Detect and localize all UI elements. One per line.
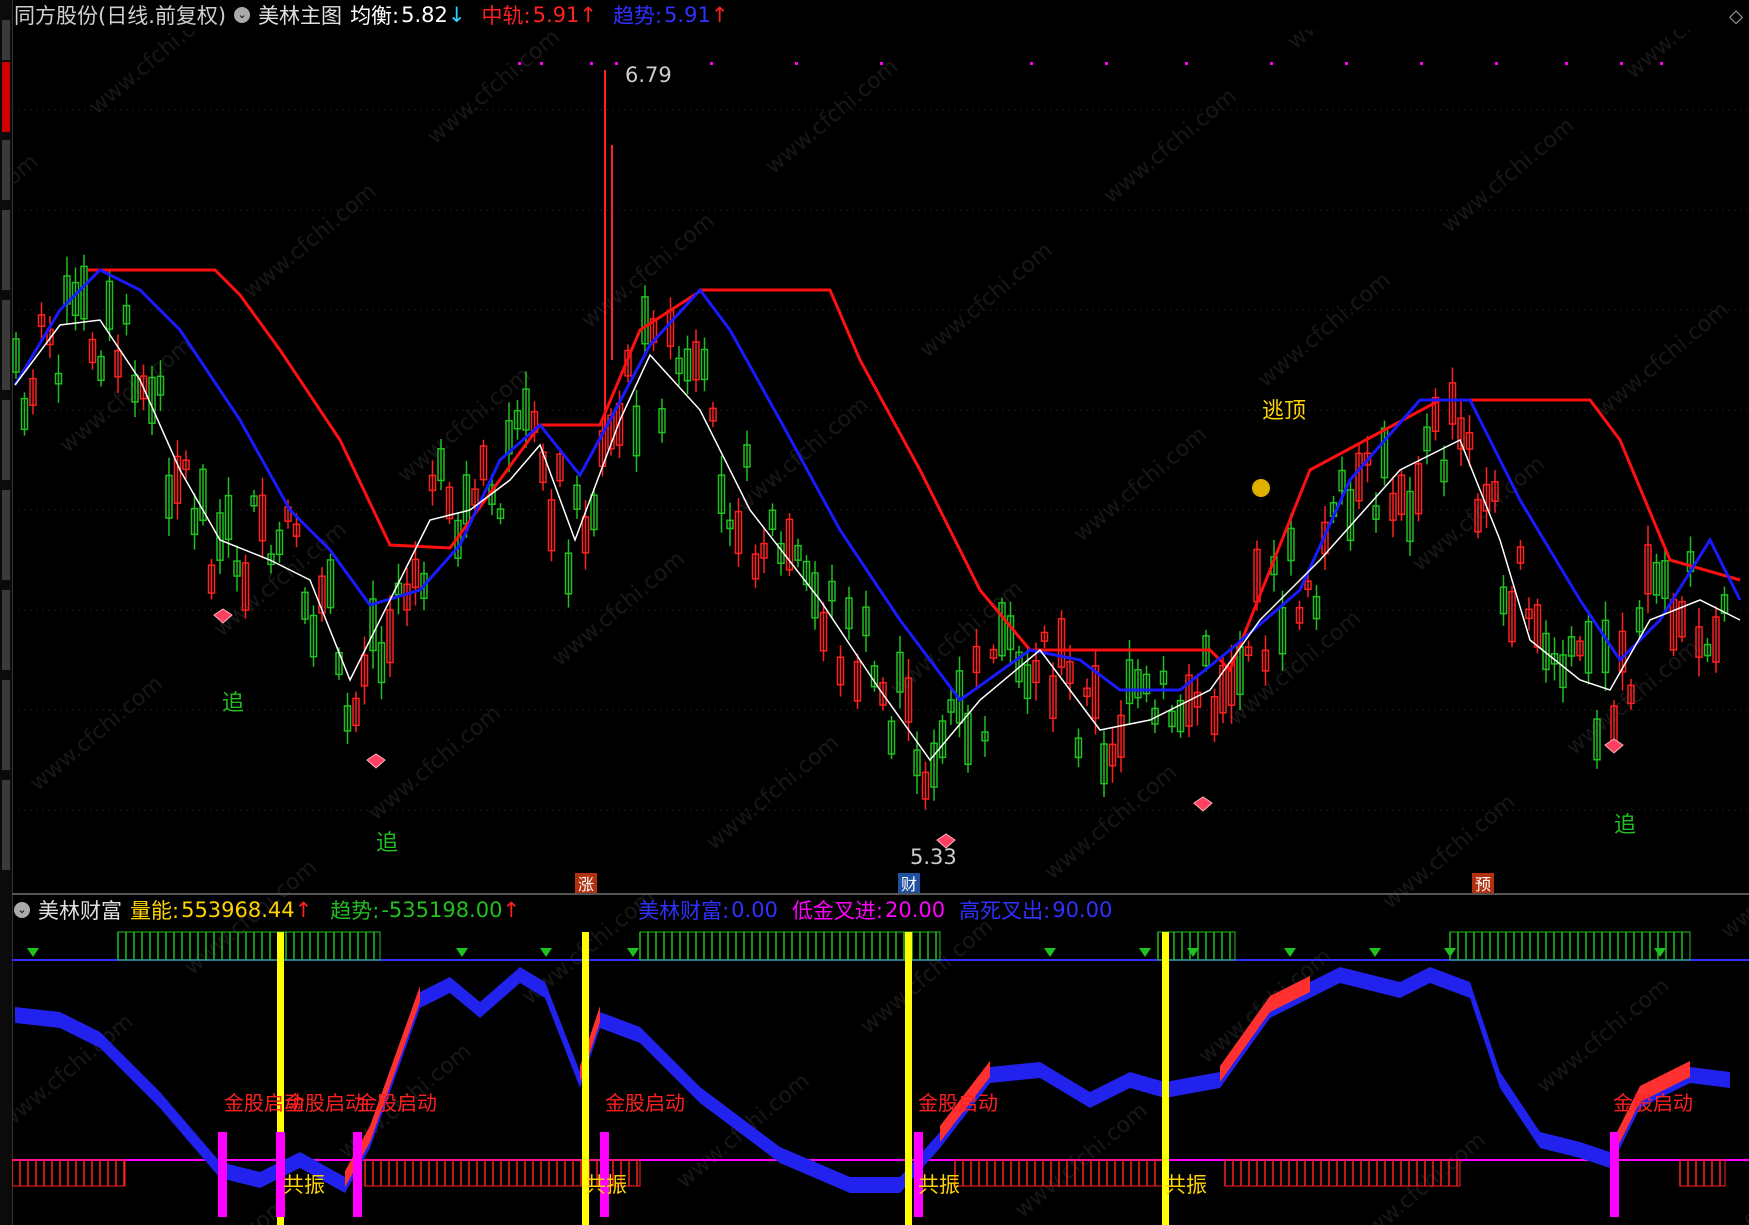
stock-title: 同方股份(日线.前复权): [14, 4, 227, 28]
signal-dot: [880, 62, 883, 65]
wealth-label: 美林财富:: [638, 899, 730, 923]
wealth-value: 0.00: [731, 898, 778, 922]
chase-label: 追: [376, 831, 398, 856]
yellow-signal-bar: [905, 932, 912, 1225]
trend-label: 趋势:: [612, 4, 663, 28]
signal-dot: [615, 62, 618, 65]
signal-dot: [1270, 62, 1273, 65]
gold-start-label: 金股启动: [285, 1091, 365, 1115]
balance-arrow: ↓: [447, 3, 466, 27]
magenta-signal-bar: [218, 1132, 227, 1217]
resonance-label: 共振: [283, 1173, 325, 1197]
main-indicator-name[interactable]: 美林主图: [258, 0, 342, 30]
sub-trend-arrow: ↑: [502, 898, 521, 922]
sub-trend-label: 趋势:: [330, 899, 380, 923]
signal-dot: [710, 62, 713, 65]
balance-label: 均衡:: [350, 4, 400, 28]
escape-top-label: 逃顶: [1262, 399, 1306, 424]
sub-trend-value: -535198.00: [381, 898, 503, 922]
volume-value: 553968.44: [181, 898, 295, 922]
signal-dot: [1660, 62, 1663, 65]
gold-start-label: 金股启动: [1613, 1091, 1693, 1115]
low-gold-label: 低金叉进:: [791, 899, 883, 923]
main-header: 同方股份(日线.前复权) ⌄ 美林主图 均衡: 5.82 ↓ 中轨: 5.91 …: [14, 0, 728, 30]
volume-arrow: ↑: [294, 898, 313, 922]
money-bag-icon: [1252, 479, 1270, 497]
circle-chevron-icon[interactable]: ⌄: [14, 902, 30, 918]
mid-label: 中轨:: [481, 4, 531, 28]
tag-label: 财: [901, 875, 917, 894]
low-gold-value: 20.00: [885, 898, 946, 922]
trend-value: 5.91: [664, 3, 711, 27]
balance-value: 5.82: [401, 3, 448, 27]
signal-dot: [1565, 62, 1568, 65]
chase-label: 追: [1614, 813, 1636, 838]
chart-canvas[interactable]: www.cfchi.com 6.795.33追追追逃顶涨财预 金股启动金股启动金…: [12, 30, 1749, 1225]
resonance-label: 共振: [918, 1173, 960, 1197]
sub-header: ⌄ 美林财富 量能: 553968.44 ↑ 趋势: -535198.00 ↑ …: [14, 895, 1112, 925]
gold-start-label: 金股启动: [357, 1091, 437, 1115]
high-death-value: 90.00: [1052, 898, 1113, 922]
magenta-signal-bar: [353, 1132, 362, 1217]
trend-arrow: ↑: [710, 3, 729, 27]
signal-dot: [1185, 62, 1188, 65]
diamond-outline-icon[interactable]: ◇: [1729, 6, 1743, 27]
mid-arrow: ↑: [579, 3, 597, 27]
high-death-label: 高死叉出:: [959, 899, 1051, 923]
signal-dot: [1620, 62, 1623, 65]
tag-label: 预: [1475, 875, 1491, 894]
signal-dot: [1495, 62, 1498, 65]
chase-label: 追: [222, 691, 244, 716]
resonance-label: 共振: [1165, 1173, 1207, 1197]
signal-dot: [1105, 62, 1108, 65]
mid-value: 5.91: [532, 3, 580, 27]
resonance-label: 共振: [585, 1173, 627, 1197]
price-high-label: 6.79: [625, 63, 672, 87]
volume-label: 量能:: [130, 899, 180, 923]
signal-dot: [590, 62, 593, 65]
signal-dot: [540, 62, 543, 65]
gold-start-label: 金股启动: [605, 1091, 685, 1115]
gold-start-label: 金股启动: [918, 1091, 998, 1115]
tag-label: 涨: [578, 875, 594, 894]
signal-dot: [1420, 62, 1423, 65]
price-low-label: 5.33: [910, 845, 957, 869]
signal-dot: [795, 62, 798, 65]
signal-dot: [518, 62, 521, 65]
signal-dot: [1030, 62, 1033, 65]
circle-chevron-icon[interactable]: ⌄: [234, 7, 251, 23]
magenta-signal-bar: [1610, 1132, 1619, 1217]
sub-indicator-name[interactable]: 美林财富: [38, 895, 122, 925]
signal-dot: [1345, 62, 1348, 65]
